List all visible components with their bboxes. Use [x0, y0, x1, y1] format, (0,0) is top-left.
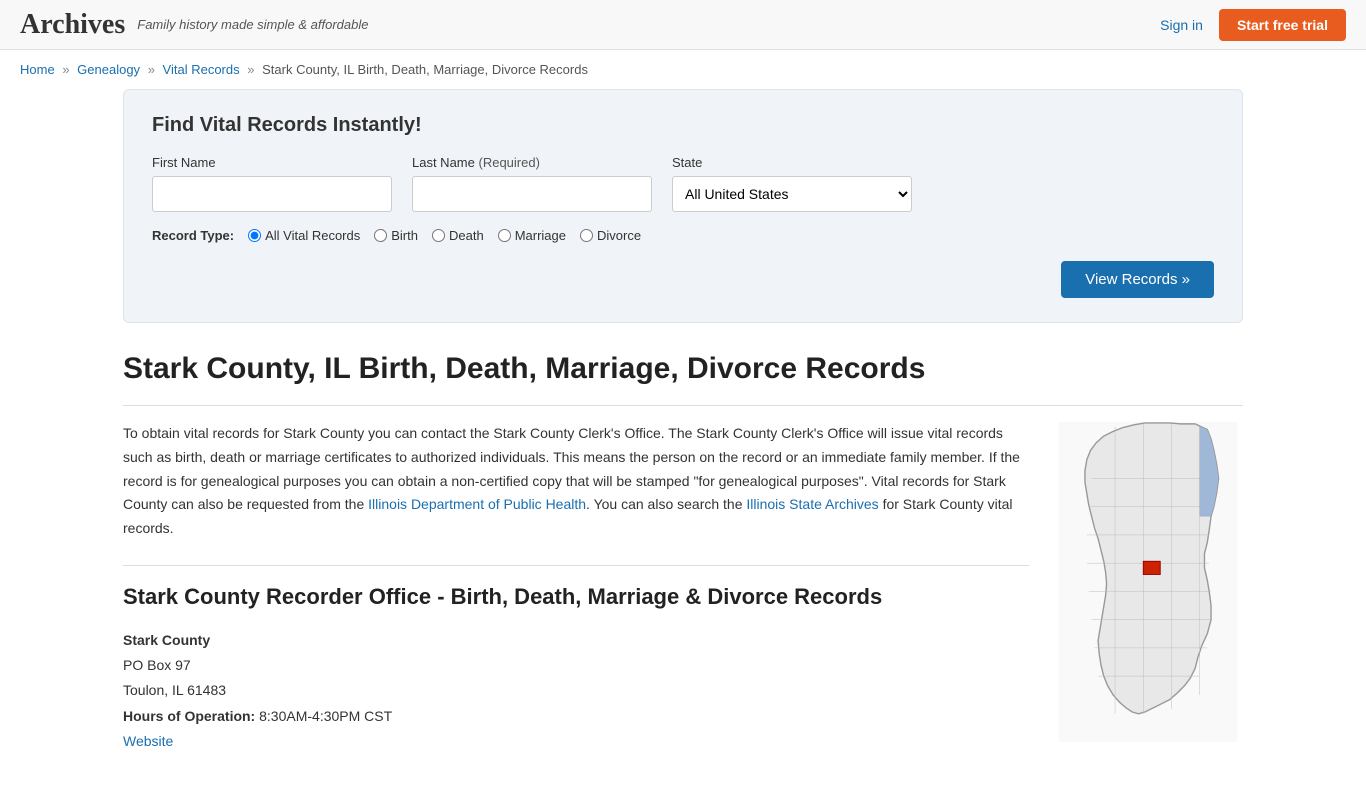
- radio-divorce-input[interactable]: [580, 229, 593, 242]
- radio-marriage-label: Marriage: [515, 228, 566, 243]
- description-paragraph: To obtain vital records for Stark County…: [123, 422, 1029, 541]
- record-type-label: Record Type:: [152, 228, 234, 243]
- hours-value: 8:30AM-4:30PM CST: [259, 708, 392, 724]
- search-fields: First Name Last Name (Required) State Al…: [152, 155, 1214, 212]
- site-logo: Archives: [20, 9, 125, 41]
- illinois-dept-link[interactable]: Illinois Department of Public Health: [368, 496, 586, 512]
- radio-divorce: Divorce: [580, 228, 641, 243]
- breadcrumb-sep-2: »: [148, 62, 155, 77]
- first-name-group: First Name: [152, 155, 392, 212]
- search-box: Find Vital Records Instantly! First Name…: [123, 89, 1243, 323]
- main-content: Find Vital Records Instantly! First Name…: [103, 89, 1263, 802]
- hours-label: Hours of Operation:: [123, 708, 255, 724]
- radio-all-vital: All Vital Records: [248, 228, 360, 243]
- illinois-archives-link[interactable]: Illinois State Archives: [746, 496, 878, 512]
- recorder-section: Stark County Recorder Office - Birth, De…: [123, 565, 1029, 754]
- breadcrumb-sep-1: »: [62, 62, 69, 77]
- address-line1: PO Box 97: [123, 653, 1029, 678]
- radio-death-label: Death: [449, 228, 484, 243]
- office-info: Stark County PO Box 97 Toulon, IL 61483 …: [123, 628, 1029, 754]
- header-left: Archives Family history made simple & af…: [20, 9, 368, 41]
- breadcrumb: Home » Genealogy » Vital Records » Stark…: [0, 50, 1366, 89]
- page-title: Stark County, IL Birth, Death, Marriage,…: [123, 351, 1243, 387]
- last-name-group: Last Name (Required): [412, 155, 652, 212]
- breadcrumb-sep-3: »: [247, 62, 254, 77]
- search-btn-row: View Records »: [152, 261, 1214, 298]
- radio-divorce-label: Divorce: [597, 228, 641, 243]
- last-name-input[interactable]: [412, 176, 652, 212]
- website-link[interactable]: Website: [123, 733, 173, 749]
- content-with-map: To obtain vital records for Stark County…: [123, 422, 1243, 754]
- website-line: Website: [123, 729, 1029, 754]
- breadcrumb-vital-records[interactable]: Vital Records: [163, 62, 240, 77]
- office-name: Stark County: [123, 628, 1029, 653]
- search-title: Find Vital Records Instantly!: [152, 114, 1214, 137]
- address-line2: Toulon, IL 61483: [123, 678, 1029, 703]
- map-container: [1053, 422, 1243, 754]
- radio-birth-input[interactable]: [374, 229, 387, 242]
- radio-all-vital-label: All Vital Records: [265, 228, 360, 243]
- radio-death-input[interactable]: [432, 229, 445, 242]
- first-name-input[interactable]: [152, 176, 392, 212]
- breadcrumb-current: Stark County, IL Birth, Death, Marriage,…: [262, 62, 588, 77]
- first-name-label: First Name: [152, 155, 392, 170]
- hours-line: Hours of Operation: 8:30AM-4:30PM CST: [123, 704, 1029, 729]
- illinois-map: [1053, 422, 1243, 742]
- breadcrumb-home[interactable]: Home: [20, 62, 55, 77]
- last-name-label: Last Name (Required): [412, 155, 652, 170]
- content-section: To obtain vital records for Stark County…: [123, 405, 1243, 754]
- radio-death: Death: [432, 228, 484, 243]
- radio-marriage: Marriage: [498, 228, 566, 243]
- site-header: Archives Family history made simple & af…: [0, 0, 1366, 50]
- recorder-title: Stark County Recorder Office - Birth, De…: [123, 565, 1029, 610]
- radio-all-vital-input[interactable]: [248, 229, 261, 242]
- state-label: State: [672, 155, 912, 170]
- view-records-button[interactable]: View Records »: [1061, 261, 1214, 298]
- radio-marriage-input[interactable]: [498, 229, 511, 242]
- record-type-row: Record Type: All Vital Records Birth Dea…: [152, 228, 1214, 243]
- sign-in-link[interactable]: Sign in: [1160, 17, 1203, 33]
- breadcrumb-genealogy[interactable]: Genealogy: [77, 62, 140, 77]
- start-trial-button[interactable]: Start free trial: [1219, 9, 1346, 41]
- state-select[interactable]: All United States: [672, 176, 912, 212]
- site-tagline: Family history made simple & affordable: [137, 17, 368, 32]
- radio-birth-label: Birth: [391, 228, 418, 243]
- radio-birth: Birth: [374, 228, 418, 243]
- state-group: State All United States: [672, 155, 912, 212]
- content-text: To obtain vital records for Stark County…: [123, 422, 1029, 754]
- header-right: Sign in Start free trial: [1160, 9, 1346, 41]
